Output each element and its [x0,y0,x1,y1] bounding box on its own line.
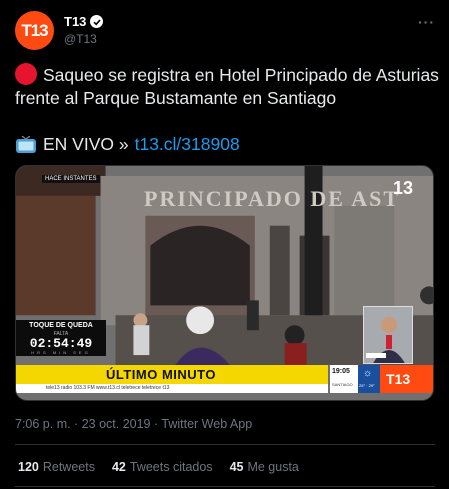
channel-logo: T13 [380,365,433,393]
ticker-sub-text: tele13 radio 103.3 FM www.t13.cl teletre… [46,385,170,391]
weather-box: ☼ 25° · 29° [358,365,380,393]
quote-tweets-label: Tweets citados [129,460,213,474]
clock-box: 19:05 SANTIAGO [330,365,358,393]
sun-icon: ☼ [363,368,373,379]
clock-time: 19:05 [332,368,350,375]
tweet-line-2: EN VIVO » t13.cl/318908 [15,133,440,156]
ticker-text: ÚLTIMO MINUTO [106,367,217,382]
quote-tweets-stat[interactable]: 42 Tweets citados [112,460,213,474]
clock-location: SANTIAGO [332,382,353,387]
avatar[interactable]: T13 [15,11,54,50]
live-tag: HACE INSTANTES [42,175,100,183]
live-label: EN VIVO » [43,134,129,154]
likes-count: 45 [229,460,244,474]
divider [15,444,435,445]
hotel-sign: PRINCIPADO DE AST [144,186,401,211]
tweet-headline: Saqueo se registra en Hotel Principado d… [15,65,439,108]
channel-bug: 13 [392,178,413,198]
tweet-timestamp[interactable]: 7:06 p. m. · 23 oct. 2019 · Twitter Web … [15,417,252,431]
sign-language-interpreter [363,306,413,364]
divider-bottom [15,486,435,487]
retweets-count: 120 [18,460,39,474]
temperature: 25° · 29° [359,383,375,388]
red-circle-icon [15,63,37,85]
video-media[interactable]: HACE INSTANTES PRINCIPADO DE AST 13 TOQU… [15,165,434,401]
tweet-line-1: Saqueo se registra en Hotel Principado d… [15,63,440,110]
display-name[interactable]: T13 [64,14,86,29]
verified-badge-icon [90,15,104,28]
more-options-icon[interactable]: ··· [418,14,435,30]
curfew-title: TOQUE DE QUEDA [29,322,93,329]
author-name-row[interactable]: T13 [64,14,104,29]
curfew-countdown: TOQUE DE QUEDA FALTA 02:54:49 HRS MIN SE… [16,320,106,356]
curfew-time: 02:54:49 [29,336,93,351]
avatar-text: T13 [21,20,48,40]
quote-tweets-count: 42 [111,460,126,474]
channel-logo-text: T13 [386,371,411,387]
tweet-text: Saqueo se registra en Hotel Principado d… [15,63,440,156]
television-icon [16,135,36,153]
likes-label: Me gusta [247,460,299,474]
tweet-header: T13 T13 @T13 ··· [15,11,435,51]
ticker-sub-bar: tele13 radio 103.3 FM www.t13.cl teletre… [16,384,328,393]
retweets-stat[interactable]: 120 Retweets [18,460,95,474]
curfew-units: HRS MIN SEG [31,350,91,355]
breaking-news-ticker: ÚLTIMO MINUTO [16,365,328,384]
engagement-stats: 120 Retweets 42 Tweets citados 45 Me gusta [18,460,299,474]
retweets-label: Retweets [42,460,95,474]
likes-stat[interactable]: 45 Me gusta [230,460,299,474]
tweet-link[interactable]: t13.cl/318908 [135,133,240,156]
user-handle[interactable]: @T13 [64,32,97,46]
